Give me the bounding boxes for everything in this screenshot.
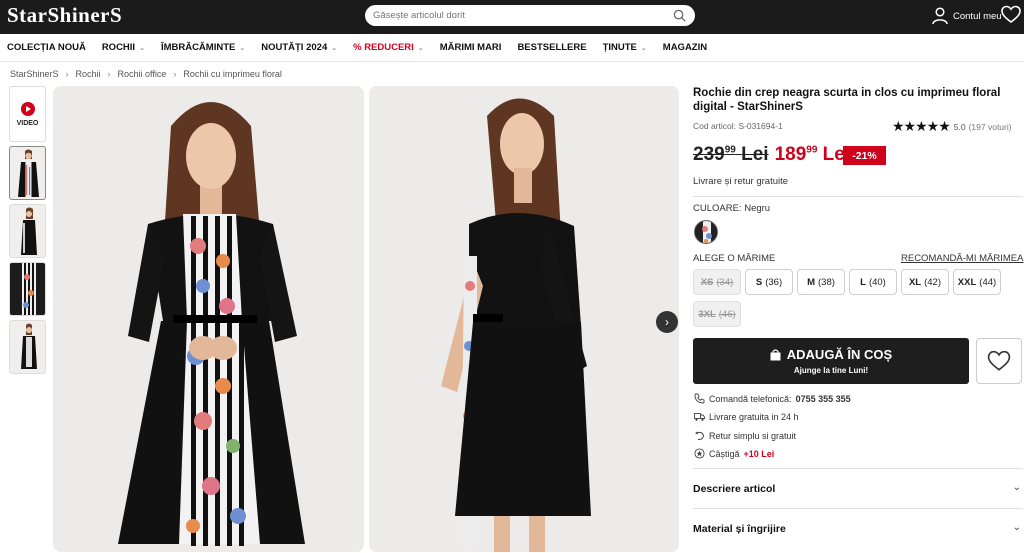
discount-badge: -21%	[843, 146, 886, 165]
account-link[interactable]: Contul meu	[932, 5, 1002, 27]
nav-item-bestsellere[interactable]: BESTSELLERE	[517, 42, 586, 53]
perk-free-delivery: Livrare gratuita in 24 h	[694, 411, 799, 422]
play-icon	[21, 102, 35, 116]
coin-icon	[694, 448, 705, 459]
perk-phone-order: Comandă telefonică: 0755 355 355	[694, 393, 851, 404]
size-option-l[interactable]: L (40)	[849, 269, 897, 295]
star-rating-icon: ★★★★★	[892, 118, 951, 134]
truck-icon	[694, 413, 705, 421]
dress-thumbnail-image	[21, 207, 37, 255]
accordion-description[interactable]: Descriere articol ⌄	[693, 468, 1023, 508]
nav-item-rochii[interactable]: ROCHII ⌄	[102, 42, 145, 53]
gallery-thumbnails: VIDEO	[9, 86, 46, 374]
search-input[interactable]	[373, 8, 663, 23]
rating-count: (197 voturi)	[968, 121, 1012, 132]
top-bar: StarShinerS Contul meu	[0, 0, 1024, 34]
account-label: Contul meu	[953, 10, 1002, 22]
floral-swatch-image	[695, 221, 717, 243]
size-option-3xl[interactable]: 3XL (46)	[693, 301, 741, 327]
chevron-down-icon: ⌄	[139, 44, 145, 52]
shipping-note: Livrare și retur gratuite	[693, 176, 789, 187]
nav-item-colectia-noua[interactable]: COLECȚIA NOUĂ	[7, 42, 86, 53]
size-label: ALEGE O MĂRIME	[693, 253, 776, 264]
search-box[interactable]	[365, 5, 695, 26]
accordion-material[interactable]: Material și îngrijire ⌄	[693, 508, 1023, 548]
site-logo[interactable]: StarShinerS	[7, 3, 122, 28]
chevron-down-icon: ⌄	[331, 44, 338, 52]
price-row: 23999 Lei 18999 Lei	[693, 144, 850, 166]
return-icon	[695, 431, 705, 441]
breadcrumb-item[interactable]: StarShinerS	[10, 69, 59, 79]
chevron-right-icon: ›	[173, 69, 177, 79]
breadcrumb-item[interactable]: Rochii	[76, 69, 101, 79]
chevron-down-icon: ⌄	[1012, 522, 1021, 533]
size-option-xxl[interactable]: XXL (44)	[953, 269, 1001, 295]
main-nav: COLECȚIA NOUĂ ROCHII ⌄ ÎMBRĂCĂMINTE ⌄ NOUT…	[0, 34, 1024, 62]
nav-item-tinute[interactable]: ȚINUTE ⌄	[603, 42, 647, 53]
dress-front-image	[53, 86, 364, 552]
dress-thumbnail-image	[21, 323, 37, 369]
color-label: CULOARE: Negru	[693, 203, 771, 214]
earn-value: +10 Lei	[743, 448, 775, 459]
chevron-down-icon: ⌄	[640, 44, 647, 52]
dress-thumbnail-image	[10, 263, 45, 315]
chevron-right-icon: ›	[665, 315, 669, 329]
nav-item-imbracaminte[interactable]: ÎMBRĂCĂMINTE ⌄	[161, 42, 245, 53]
wishlist-heart-icon[interactable]	[1001, 5, 1021, 24]
product-image-side[interactable]	[369, 86, 679, 552]
new-price: 18999 Lei	[774, 144, 851, 165]
phone-icon	[694, 393, 705, 404]
add-to-cart-label: ADAUGĂ ÎN COȘ	[786, 347, 893, 362]
divider	[693, 196, 1023, 197]
nav-item-reduceri[interactable]: % REDUCERI ⌄	[353, 42, 424, 53]
shopping-bag-icon	[770, 348, 781, 360]
phone-number[interactable]: 0755 355 355	[796, 394, 851, 404]
color-swatch-negru[interactable]	[694, 220, 718, 244]
nav-item-marimi-mari[interactable]: MĂRIMI MARI	[440, 42, 502, 53]
add-to-cart-button[interactable]: ADAUGĂ ÎN COȘ Ajunge la tine Luni!	[693, 338, 969, 384]
next-image-button[interactable]: ›	[656, 311, 678, 333]
thumbnail-front[interactable]	[9, 146, 46, 200]
chevron-down-icon: ⌄	[239, 44, 246, 52]
heart-icon	[987, 350, 1011, 371]
add-to-wishlist-button[interactable]	[976, 338, 1022, 384]
product-sku: Cod articol: S-031694-1	[693, 121, 783, 131]
size-recommend-link[interactable]: RECOMANDĂ-MI MĂRIMEA	[901, 253, 1023, 264]
old-price: 23999 Lei	[693, 144, 769, 165]
rating-value: 5.0	[953, 121, 966, 132]
breadcrumb-item[interactable]: Rochii office	[118, 69, 167, 79]
chevron-down-icon: ⌄	[417, 44, 424, 52]
nav-item-noutati[interactable]: NOUTĂȚI 2024 ⌄	[261, 42, 337, 53]
chevron-down-icon: ⌄	[1012, 482, 1021, 493]
thumbnail-detail[interactable]	[9, 262, 46, 316]
product-title: Rochie din crep neagra scurta in clos cu…	[693, 87, 1001, 113]
size-option-m[interactable]: M (38)	[797, 269, 845, 295]
nav-item-magazin[interactable]: MAGAZIN	[663, 42, 707, 53]
perk-earn-points: Câștigă +10 Lei	[694, 448, 774, 459]
delivery-estimate: Ajunge la tine Luni!	[793, 366, 869, 375]
size-option-xs[interactable]: XS (34)	[693, 269, 741, 295]
dress-side-image	[369, 86, 679, 552]
perk-return: Retur simplu si gratuit	[694, 430, 796, 441]
thumbnail-side[interactable]	[9, 204, 46, 258]
breadcrumb-item[interactable]: Rochii cu imprimeu floral	[183, 69, 282, 79]
user-icon	[932, 7, 948, 25]
size-option-s[interactable]: S (36)	[745, 269, 793, 295]
product-rating[interactable]: ★★★★★ 5.0 (197 voturi)	[892, 118, 1012, 135]
thumbnail-back[interactable]	[9, 320, 46, 374]
product-image-front[interactable]	[53, 86, 364, 552]
chevron-right-icon: ›	[107, 69, 111, 79]
video-thumbnail[interactable]: VIDEO	[9, 86, 46, 142]
search-icon[interactable]	[673, 9, 686, 22]
video-label: VIDEO	[16, 120, 39, 127]
size-option-xl[interactable]: XL (42)	[901, 269, 949, 295]
breadcrumb: StarShinerS › Rochii › Rochii office › R…	[10, 69, 282, 79]
chevron-right-icon: ›	[65, 69, 69, 79]
dress-thumbnail-image	[18, 149, 39, 197]
